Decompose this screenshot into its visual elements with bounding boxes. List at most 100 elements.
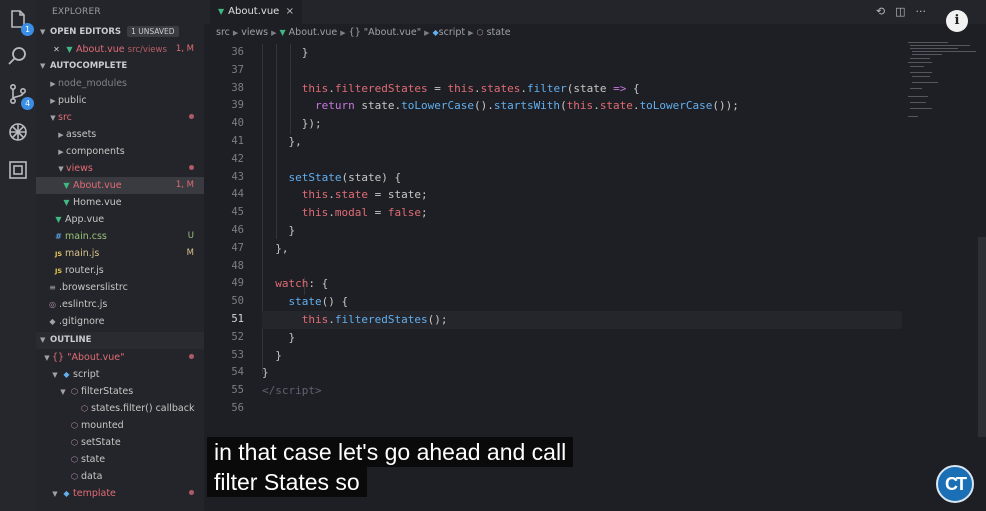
outline-item-state[interactable]: ⬡ state [36, 451, 204, 468]
code-line: return state.toLowerCase().startsWith(th… [314, 99, 739, 113]
chevron-down-icon: ▼ [50, 114, 56, 122]
tree-item-public[interactable]: ▶ public [36, 92, 204, 109]
tree-item-main-js[interactable]: JS main.js M [36, 245, 204, 262]
line-number: 45 [231, 206, 244, 219]
breadcrumb-module[interactable]: {} "About.vue" [349, 27, 421, 38]
breadcrumb-state[interactable]: state [487, 27, 511, 38]
method-icon: ⬡ [476, 28, 484, 37]
code-line: }, [262, 241, 289, 255]
outline-item-callback[interactable]: ⬡ states.filter() callback [36, 400, 204, 417]
close-icon[interactable]: × [286, 0, 294, 24]
code-line: </script> [262, 384, 322, 398]
tree-item-src[interactable]: ▼ src [36, 109, 204, 126]
method-icon: ⬡ [71, 387, 78, 396]
vue-file-icon: ▼ [63, 198, 70, 207]
line-number: 49 [231, 277, 244, 290]
tree-item-node-modules[interactable]: ▶ node_modules [36, 75, 204, 92]
ct-logo: CT [936, 465, 974, 503]
tree-item-assets[interactable]: ▶ assets [36, 126, 204, 143]
tree-item-views[interactable]: ▼ views [36, 160, 204, 177]
files-badge: 1 [21, 23, 34, 36]
scrollbar-thumb[interactable] [978, 237, 986, 437]
breadcrumb-src[interactable]: src [216, 27, 230, 38]
line-number: 36 [231, 46, 244, 58]
tree-item-router-js[interactable]: JS router.js [36, 262, 204, 279]
project-header[interactable]: ▼ AUTOCOMPLETE [36, 58, 204, 75]
code-line: this.state = state; [301, 188, 428, 202]
line-number: 41 [231, 134, 244, 147]
code-line: this.modal = false; [301, 206, 428, 220]
source-control-icon[interactable]: 4 [6, 82, 34, 110]
tree-item-components[interactable]: ▶ components [36, 143, 204, 160]
extensions-icon[interactable] [6, 158, 30, 182]
open-editor-item[interactable]: ✕ ▼ About.vue src/views 1, M [36, 41, 204, 58]
debug-icon[interactable] [6, 120, 30, 144]
line-number-active: 51 [231, 312, 244, 325]
editor-tab-bar: ▼ About.vue × ⟲ ◫ ··· [204, 0, 986, 24]
line-number: 50 [231, 295, 244, 308]
method-icon: ⬡ [81, 404, 88, 413]
files-icon[interactable]: 1 [6, 8, 34, 36]
modified-dot [189, 114, 194, 119]
code-line: } [262, 348, 282, 362]
chevron-right-icon: ▶ [58, 131, 64, 139]
open-changes-icon[interactable]: ⟲ [876, 5, 885, 18]
code-editor[interactable]: } this.filteredStates = this.states.filt… [262, 44, 902, 418]
tree-item-main-css[interactable]: # main.css U [36, 228, 204, 245]
more-actions-icon[interactable]: ··· [916, 5, 927, 18]
chevron-down-icon: ▼ [52, 371, 58, 379]
tree-item-app-vue[interactable]: ▼ App.vue [36, 211, 204, 228]
breadcrumb: src ▶ views ▶ ▼ About.vue ▶{} "About.vue" ▶ ◆sc… [216, 27, 511, 38]
method-icon: ⬡ [71, 472, 78, 481]
method-icon: ⬡ [71, 455, 78, 464]
css-file-icon: # [55, 232, 62, 241]
code-line: } [262, 223, 296, 237]
outline-header[interactable]: ▼ OUTLINE [36, 332, 204, 349]
video-caption: in that case let's go ahead and call fil… [207, 437, 574, 497]
code-line: } [262, 46, 309, 59]
unsaved-badge: 1 UNSAVED [127, 26, 179, 37]
tab-about-vue[interactable]: ▼ About.vue × [210, 0, 302, 24]
vertical-scrollbar[interactable] [978, 42, 986, 511]
outline-item-mounted[interactable]: ⬡ mounted [36, 417, 204, 434]
search-icon[interactable] [6, 44, 30, 68]
explorer-sidebar: EXPLORER ▼ OPEN EDITORS 1 UNSAVED ✕ ▼ About.… [36, 0, 204, 511]
activity-bar: 1 4 [0, 0, 36, 511]
info-icon[interactable]: i [946, 10, 968, 32]
outline-item-script[interactable]: ▼ ◆ script [36, 366, 204, 383]
code-line-active: this.filteredStates(); [262, 310, 902, 329]
tree-item-about-vue[interactable]: ▼ About.vue 1, M [36, 177, 204, 194]
outline-item-setstate[interactable]: ⬡ setState [36, 434, 204, 451]
tree-item-eslintrc[interactable]: ◎ .eslintrc.js [36, 296, 204, 313]
line-number: 54 [231, 366, 244, 379]
outline-item-data[interactable]: ⬡ data [36, 468, 204, 485]
chevron-down-icon: ▼ [40, 28, 46, 36]
script-icon: ◆ [63, 370, 70, 379]
tree-item-home-vue[interactable]: ▼ Home.vue [36, 194, 204, 211]
outline-item-filterstates[interactable]: ▼ ⬡ filterStates [36, 383, 204, 400]
modified-dot [189, 490, 194, 495]
vue-file-icon: ▼ [279, 28, 286, 37]
open-editors-header[interactable]: ▼ OPEN EDITORS 1 UNSAVED [36, 24, 204, 41]
line-number: 43 [231, 170, 244, 183]
modified-dot [189, 165, 194, 170]
outline-item-file[interactable]: ▼{} "About.vue" [36, 349, 204, 366]
chevron-down-icon: ▼ [52, 490, 58, 498]
close-icon[interactable]: ✕ [50, 41, 63, 58]
js-file-icon: JS [54, 250, 63, 258]
tree-item-gitignore[interactable]: ◆ .gitignore [36, 313, 204, 330]
breadcrumb-views[interactable]: views [241, 27, 268, 38]
outline-item-template[interactable]: ▼ ◆ template [36, 485, 204, 502]
code-line: state() { [288, 295, 349, 309]
chevron-right-icon: ▶ [58, 148, 64, 156]
breadcrumb-script[interactable]: script [439, 27, 465, 38]
minimap[interactable] [904, 42, 976, 511]
code-line: setState(state) { [288, 170, 402, 184]
tree-item-browserslistrc[interactable]: ≡ .browserslistrc [36, 279, 204, 296]
split-editor-icon[interactable]: ◫ [895, 5, 905, 18]
line-number: 42 [231, 152, 244, 165]
code-line: watch: { [275, 277, 329, 291]
breadcrumb-file[interactable]: About.vue [289, 27, 338, 38]
